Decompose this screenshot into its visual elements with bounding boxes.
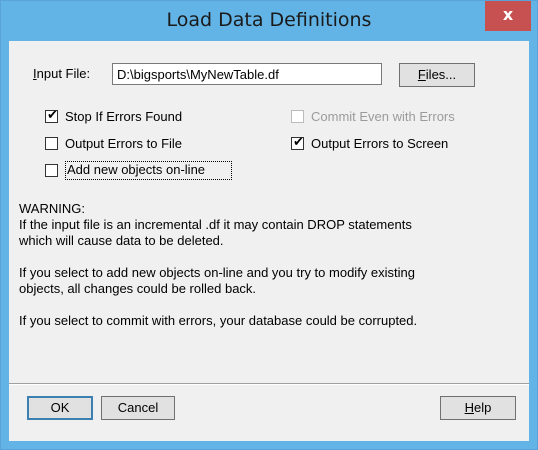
warning-text: objects, all changes could be rolled bac… <box>19 281 257 296</box>
warning-text: If the input file is an incremental .df … <box>19 217 412 232</box>
stop-if-errors-checkbox[interactable]: ✔ <box>45 107 58 123</box>
title-bar[interactable]: Load Data Definitions x <box>1 1 537 41</box>
commit-even-with-errors-label: Commit Even with Errors <box>311 109 455 124</box>
add-new-objects-online-label: Add new objects on-line <box>67 162 206 177</box>
warning-text: If you select to add new objects on-line… <box>19 265 415 280</box>
input-file-field[interactable]: D:\bigsports\MyNewTable.df <box>112 63 382 85</box>
files-button[interactable]: Files... <box>399 63 475 87</box>
close-icon: x <box>502 5 514 24</box>
close-button[interactable]: x <box>485 1 531 31</box>
ok-button[interactable]: OK <box>27 396 93 420</box>
checkmark-icon: ✔ <box>47 107 58 122</box>
separator-line <box>9 383 529 385</box>
add-new-objects-online-checkbox[interactable] <box>45 164 58 177</box>
dialog-window: Load Data Definitions x Input File: D:\b… <box>0 0 538 450</box>
checkmark-icon: ✔ <box>293 134 304 149</box>
output-errors-to-file-checkbox[interactable] <box>45 137 58 150</box>
help-button[interactable]: Help <box>440 396 516 420</box>
dialog-title: Load Data Definitions <box>166 9 372 31</box>
commit-even-with-errors-checkbox[interactable] <box>291 110 304 123</box>
dialog-body: Input File: D:\bigsports\MyNewTable.df F… <box>9 41 529 441</box>
output-errors-to-screen-label: Output Errors to Screen <box>311 136 449 151</box>
warning-text: which will cause data to be deleted. <box>19 233 224 248</box>
warning-text: If you select to commit with errors, you… <box>19 313 418 328</box>
stop-if-errors-label: Stop If Errors Found <box>65 109 183 124</box>
warning-heading: WARNING: <box>19 201 85 216</box>
output-errors-to-file-label: Output Errors to File <box>65 136 183 151</box>
output-errors-to-screen-checkbox[interactable]: ✔ <box>291 134 304 150</box>
cancel-button[interactable]: Cancel <box>101 396 175 420</box>
input-file-label: Input File: <box>33 66 91 81</box>
